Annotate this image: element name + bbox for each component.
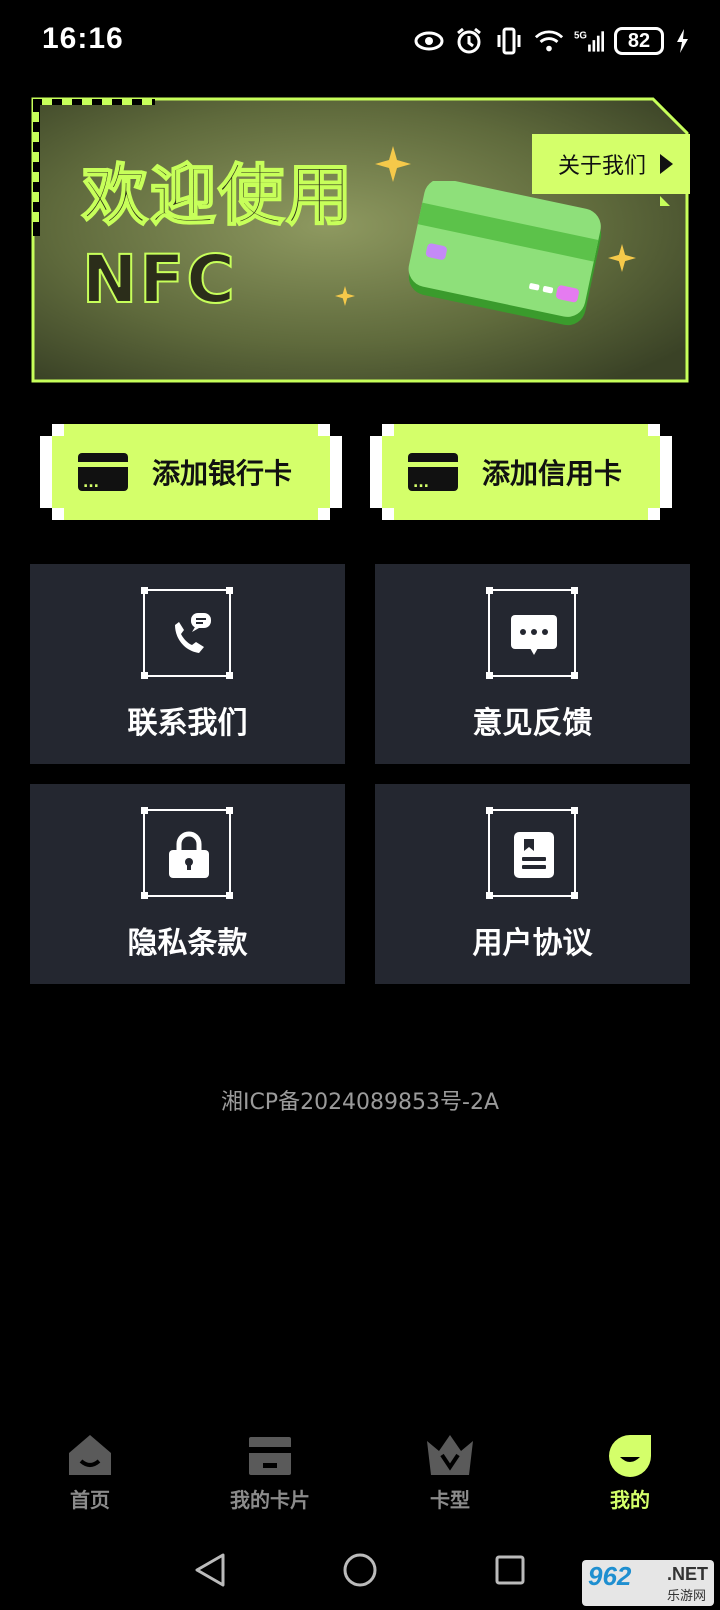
add-bank-card-button[interactable]: 添加银行卡 bbox=[40, 424, 342, 520]
card-icon bbox=[245, 1432, 295, 1478]
status-time: 16:16 bbox=[42, 22, 124, 55]
sparkle-icon bbox=[375, 146, 411, 182]
nfc-card-illustration bbox=[408, 181, 602, 326]
profile-icon bbox=[605, 1432, 655, 1478]
about-us-button[interactable]: 关于我们 bbox=[532, 134, 690, 194]
bottom-nav: 首页 我的卡片 卡型 我的 bbox=[0, 1432, 720, 1522]
nav-home[interactable]: 首页 bbox=[0, 1432, 180, 1522]
contact-us-tile[interactable]: 联系我们 bbox=[30, 564, 345, 764]
banner-title-line1: 欢迎使用 bbox=[81, 156, 354, 235]
message-icon bbox=[511, 615, 557, 655]
nav-profile-label: 我的 bbox=[610, 1488, 650, 1512]
phone-chat-icon bbox=[175, 613, 211, 653]
contact-us-label: 联系我们 bbox=[127, 706, 248, 741]
bank-card-icon bbox=[78, 453, 128, 491]
battery-indicator: 82 bbox=[614, 27, 664, 55]
alarm-icon bbox=[454, 26, 484, 56]
add-bank-card-label: 添加银行卡 bbox=[152, 457, 293, 490]
watermark-suffix: .NET bbox=[666, 1564, 708, 1584]
nav-card-types[interactable]: 卡型 bbox=[360, 1432, 540, 1522]
credit-card-icon bbox=[408, 453, 458, 491]
home-icon bbox=[65, 1432, 115, 1478]
watermark-brand: 962 bbox=[588, 1561, 632, 1591]
icp-record: 湘ICP备2024089853号-2A bbox=[220, 1090, 500, 1115]
banner-title-line2: NFC bbox=[81, 240, 237, 319]
tile-icon-frame bbox=[141, 807, 233, 899]
status-icons: 5G 82 bbox=[414, 26, 690, 56]
user-agreement-tile[interactable]: 用户协议 bbox=[375, 784, 690, 984]
about-us-label: 关于我们 bbox=[558, 154, 647, 179]
tile-icon-frame bbox=[486, 587, 578, 679]
nav-my-cards-label: 我的卡片 bbox=[230, 1488, 310, 1512]
privacy-policy-tile[interactable]: 隐私条款 bbox=[30, 784, 345, 984]
nav-card-types-label: 卡型 bbox=[430, 1488, 470, 1512]
nav-home-label: 首页 bbox=[70, 1488, 110, 1512]
feedback-label: 意见反馈 bbox=[472, 706, 593, 741]
watermark-logo: 962 .NET 乐游网 bbox=[582, 1560, 714, 1606]
home-circle-icon[interactable] bbox=[335, 1545, 385, 1595]
nav-my-cards[interactable]: 我的卡片 bbox=[180, 1432, 360, 1522]
status-bar: 16:16 5G 82 bbox=[0, 0, 720, 84]
svg-text:5G: 5G bbox=[574, 30, 587, 41]
play-arrow-icon bbox=[660, 154, 674, 174]
tile-icon-frame bbox=[486, 807, 578, 899]
recents-icon[interactable] bbox=[485, 1545, 535, 1595]
wifi-icon bbox=[534, 26, 564, 56]
watermark-sub: 乐游网 bbox=[666, 1588, 706, 1603]
eye-icon bbox=[414, 26, 444, 56]
add-credit-card-label: 添加信用卡 bbox=[482, 457, 623, 490]
add-credit-card-button[interactable]: 添加信用卡 bbox=[370, 424, 672, 520]
nav-profile[interactable]: 我的 bbox=[540, 1432, 720, 1522]
back-icon[interactable] bbox=[185, 1545, 235, 1595]
charging-icon bbox=[674, 26, 690, 56]
banner-title: 欢迎使用 NFC bbox=[81, 154, 354, 322]
user-agreement-label: 用户协议 bbox=[472, 926, 593, 961]
vibrate-icon bbox=[494, 26, 524, 56]
document-icon bbox=[514, 832, 554, 878]
feedback-tile[interactable]: 意见反馈 bbox=[375, 564, 690, 764]
lock-icon bbox=[169, 831, 209, 878]
tile-icon-frame bbox=[141, 587, 233, 679]
welcome-banner: 欢迎使用 NFC 关于我们 bbox=[30, 96, 690, 384]
privacy-policy-label: 隐私条款 bbox=[127, 926, 248, 961]
sparkle-icon bbox=[608, 244, 636, 272]
signal-5g-icon: 5G bbox=[574, 26, 604, 56]
sparkle-icon bbox=[335, 286, 355, 306]
crown-icon bbox=[425, 1432, 475, 1478]
